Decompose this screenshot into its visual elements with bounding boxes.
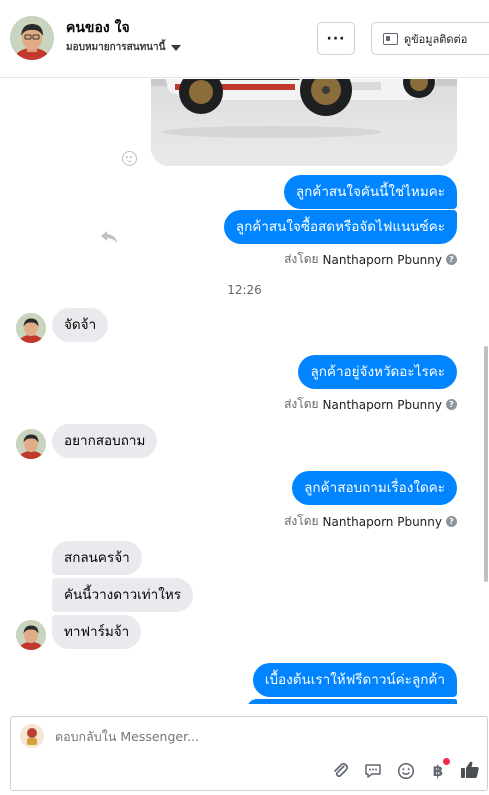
info-icon[interactable]: ? [446,254,457,265]
shared-car-photo[interactable] [151,79,457,166]
like-icon[interactable] [459,759,481,781]
emoji-icon[interactable] [396,761,416,781]
sender-name: Nanthaporn Pbunny [322,514,442,529]
assign-conversation-dropdown[interactable]: มอบหมายการสนทนานี้ [66,40,182,55]
assign-conversation-label: มอบหมายการสนทนานี้ [66,42,166,53]
sender-name: Nanthaporn Pbunny [322,397,442,412]
message-incoming[interactable]: ทาฟาร์มจ้า [52,615,142,649]
message-incoming[interactable]: จัดจ้า [52,308,109,342]
contact-avatar-small [16,313,46,343]
message-outgoing[interactable]: ลูกค้าสนใจคันนี้ใช่ไหมคะ [283,175,457,209]
chevron-down-icon [171,44,182,51]
message-incoming[interactable]: สกลนครจ้า [52,541,142,575]
timestamp-separator: 12:26 [227,283,262,297]
sent-by-label: ส่งโดย Nanthaporn Pbunny ? [284,395,457,414]
contact-avatar-small [16,620,46,650]
reply-icon[interactable] [100,230,118,244]
react-emoji-icon[interactable] [122,151,137,166]
sender-name: Nanthaporn Pbunny [322,252,442,267]
message-outgoing[interactable]: ลูกค้าสนใจซื้อสดหรือจัดไฟแนนซ์คะ [223,210,457,244]
saved-replies-icon[interactable] [363,761,383,781]
message-incoming[interactable]: อยากสอบถาม [52,424,158,458]
sent-by-label: ส่งโดย Nanthaporn Pbunny ? [284,512,457,531]
reply-composer: ฿ [10,716,488,791]
info-icon[interactable]: ? [446,399,457,410]
page-avatar [20,724,44,748]
contact-name[interactable]: คนของ ใจ [66,17,130,39]
sent-by-prefix: ส่งโดย [284,252,319,266]
sent-by-label: ส่งโดย Nanthaporn Pbunny ? [284,250,457,269]
contact-avatar[interactable] [10,16,54,60]
message-outgoing[interactable]: เบื้องต้นเราให้ฟรีดาวน์ค่ะลูกค้า [252,663,457,697]
view-contact-button[interactable]: ดูข้อมูลติดต่อ [371,22,489,55]
more-options-button[interactable]: ··· [317,22,355,55]
info-icon[interactable]: ? [446,516,457,527]
view-contact-label: ดูข้อมูลติดต่อ [404,32,468,46]
message-incoming[interactable]: คันนี้วางดาวเท่าใหร [52,578,194,612]
notification-dot [443,758,450,765]
sent-by-prefix: ส่งโดย [284,397,319,411]
message-outgoing-partial[interactable] [247,699,457,704]
message-thread[interactable]: ลูกค้าสนใจคันนี้ใช่ไหมคะ ลูกค้าสนใจซื้อส… [0,79,489,704]
contact-avatar-small [16,429,46,459]
attachment-icon[interactable] [331,761,351,781]
message-outgoing[interactable]: ลูกค้าสอบถามเรื่องใดคะ [292,471,457,505]
reply-input[interactable] [55,729,455,744]
contact-card-icon [383,32,398,45]
sent-by-prefix: ส่งโดย [284,514,319,528]
scrollbar-thumb[interactable] [484,346,488,582]
message-outgoing[interactable]: ลูกค้าอยู่จังหวัดอะไรคะ [298,355,457,389]
conversation-header: คนของ ใจ มอบหมายการสนทนานี้ ··· ดูข้อมูล… [0,0,489,78]
